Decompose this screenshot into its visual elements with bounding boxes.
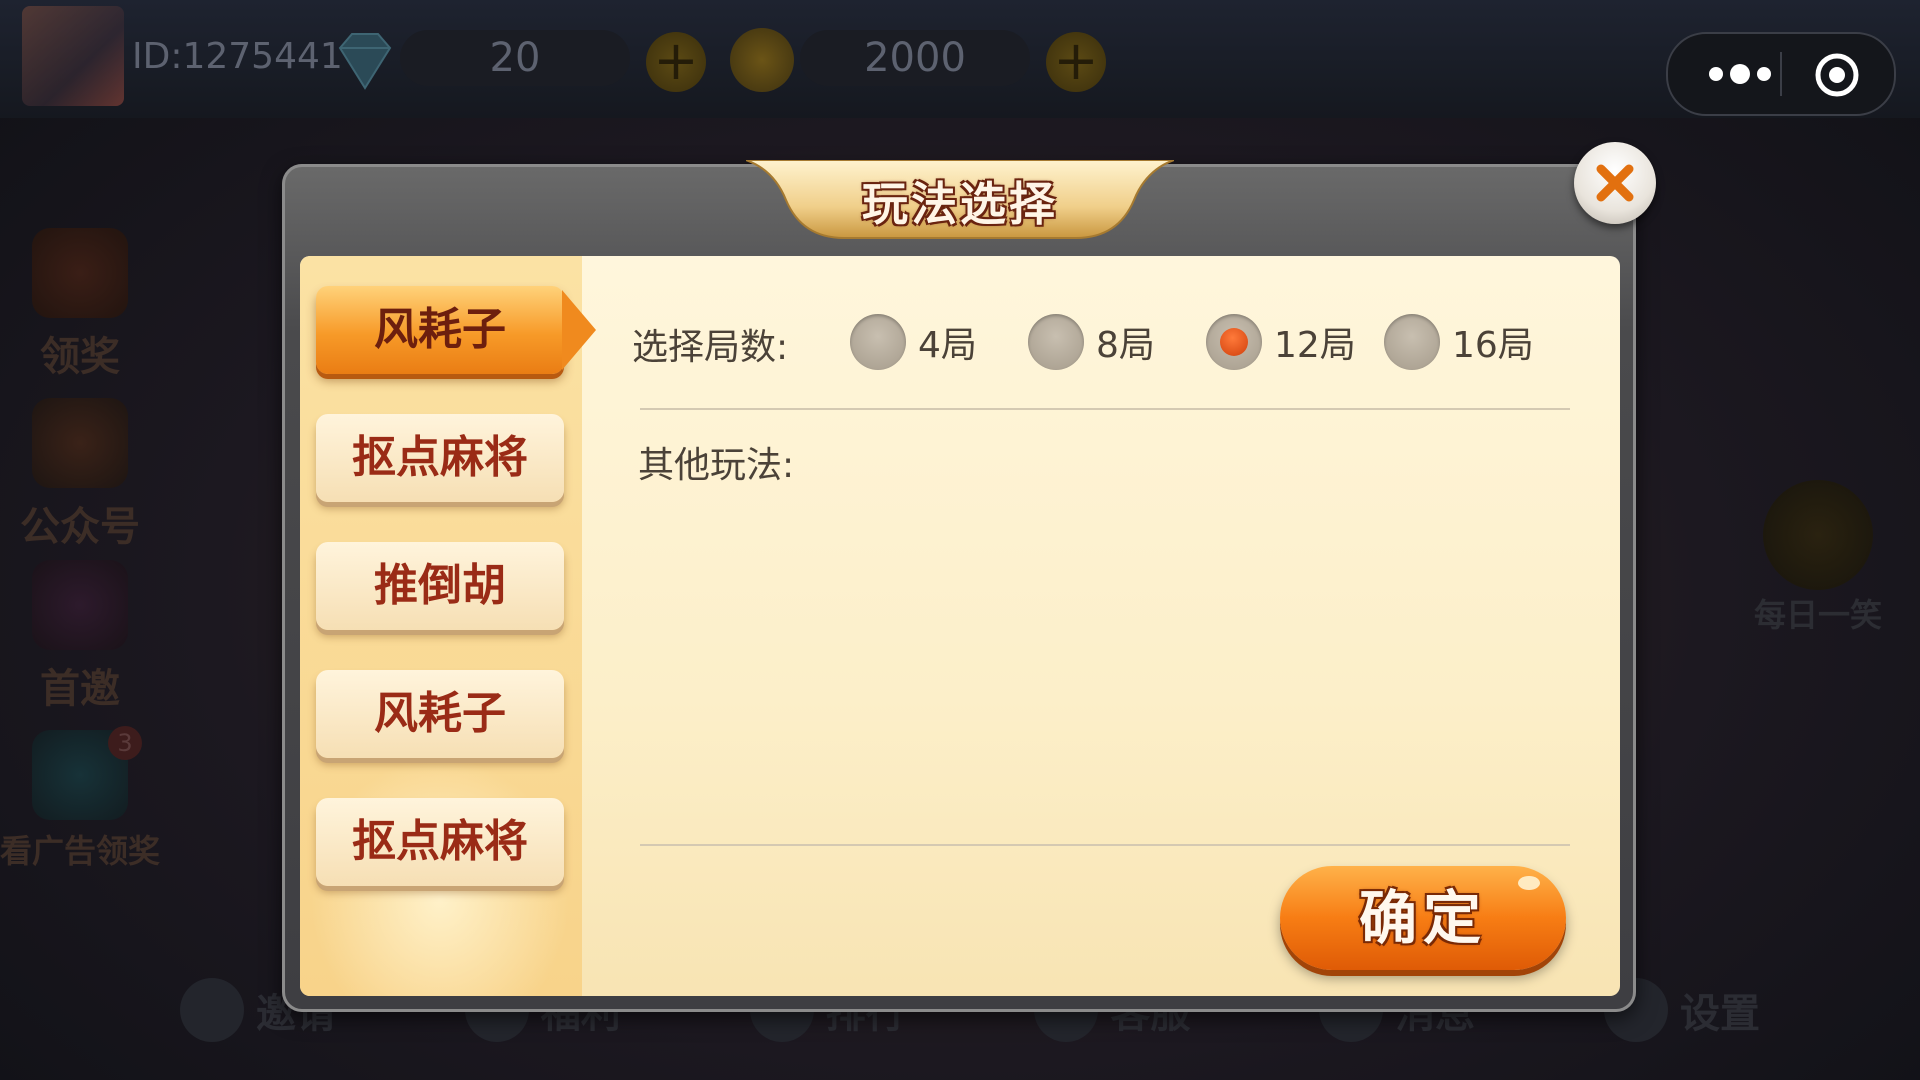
diamond-icon bbox=[338, 33, 392, 90]
radio-16-rounds[interactable]: 16局 bbox=[1384, 312, 1534, 372]
confirm-label: 确定 bbox=[1358, 884, 1487, 952]
mode-tab-koudian-mahjong-2[interactable]: 抠点麻将 bbox=[316, 798, 564, 886]
coin-icon bbox=[730, 28, 794, 92]
confirm-button[interactable]: 确定 bbox=[1280, 866, 1566, 970]
lobby-top-bar: ID:1275441 20 + 2000 + bbox=[0, 0, 1920, 118]
side-item-label: 领奖 bbox=[40, 334, 120, 380]
side-item-label: 公众号 bbox=[20, 504, 140, 550]
nav-label: 设置 bbox=[1679, 991, 1760, 1037]
daily-joke-button[interactable]: 每日一笑 bbox=[1748, 480, 1888, 636]
reward-icon bbox=[32, 228, 128, 318]
share-icon bbox=[180, 978, 244, 1042]
side-item-label: 看广告领奖 bbox=[0, 832, 161, 870]
button-shine bbox=[1518, 876, 1540, 890]
divider-top bbox=[640, 408, 1570, 410]
radio-dot bbox=[1028, 314, 1084, 370]
radio-label: 16局 bbox=[1452, 325, 1534, 366]
official-account-icon bbox=[32, 398, 128, 488]
side-item-official-account[interactable]: 公众号 bbox=[0, 398, 160, 552]
mode-tab-fenghaozi[interactable]: 风耗子 bbox=[316, 286, 596, 374]
radio-8-rounds[interactable]: 8局 bbox=[1028, 312, 1155, 372]
radio-label: 4局 bbox=[918, 325, 977, 366]
mode-tab-koudian-mahjong[interactable]: 抠点麻将 bbox=[316, 414, 564, 502]
close-icon bbox=[1596, 164, 1634, 202]
close-button[interactable] bbox=[1574, 142, 1656, 224]
diamond-count: 20 bbox=[400, 30, 630, 86]
side-item-label: 首邀 bbox=[40, 666, 120, 712]
side-item-invite[interactable]: 首邀 bbox=[0, 560, 160, 714]
add-coins-plus-icon[interactable]: + bbox=[1046, 32, 1106, 92]
radio-dot bbox=[850, 314, 906, 370]
avatar[interactable] bbox=[22, 6, 124, 106]
capsule-divider bbox=[1780, 52, 1782, 96]
radio-12-rounds[interactable]: 12局 bbox=[1206, 312, 1356, 372]
close-mini-program-icon[interactable] bbox=[1814, 52, 1860, 98]
mode-sidebar: 风耗子 抠点麻将 推倒胡 风耗子 抠点麻将 bbox=[300, 256, 596, 996]
mini-program-capsule bbox=[1666, 32, 1896, 116]
dialog-title: 玩法选择 bbox=[862, 177, 1058, 231]
radio-dot bbox=[1384, 314, 1440, 370]
radio-label: 12局 bbox=[1274, 325, 1356, 366]
coin-count: 2000 bbox=[800, 30, 1030, 86]
radio-4-rounds[interactable]: 4局 bbox=[850, 312, 977, 372]
mode-tab-tuidaohu[interactable]: 推倒胡 bbox=[316, 542, 564, 630]
player-id: ID:1275441 bbox=[132, 36, 343, 77]
radio-dot bbox=[1206, 314, 1262, 370]
side-item-reward[interactable]: 领奖 bbox=[0, 228, 160, 382]
daily-joke-label: 每日一笑 bbox=[1753, 596, 1882, 634]
add-diamonds-plus-icon[interactable]: + bbox=[646, 32, 706, 92]
radio-label: 8局 bbox=[1096, 325, 1155, 366]
rounds-label: 选择局数: bbox=[632, 327, 789, 368]
divider-bottom bbox=[640, 844, 1570, 846]
gift-icon bbox=[32, 560, 128, 650]
other-rules-label: 其他玩法: bbox=[638, 445, 795, 486]
more-icon[interactable] bbox=[1702, 60, 1778, 88]
ad-reward-badge: 3 bbox=[108, 726, 142, 760]
daily-joke-icon bbox=[1763, 480, 1873, 590]
mode-tab-fenghaozi-2[interactable]: 风耗子 bbox=[316, 670, 564, 758]
